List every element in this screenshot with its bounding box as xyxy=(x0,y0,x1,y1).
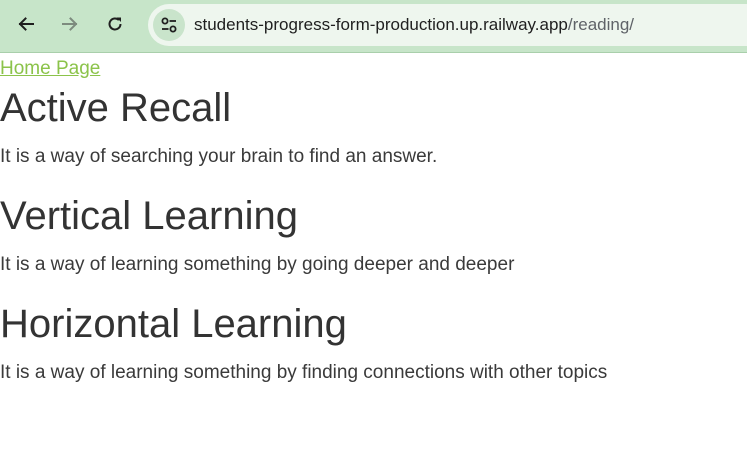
reload-icon xyxy=(108,17,122,31)
browser-toolbar: students-progress-form-production.up.rai… xyxy=(0,0,747,53)
arrow-left-icon xyxy=(18,17,34,31)
reload-button[interactable] xyxy=(100,9,130,39)
back-button[interactable] xyxy=(11,9,41,39)
home-page-link[interactable]: Home Page xyxy=(0,58,100,80)
url-host: students-progress-form-production.up.rai… xyxy=(194,15,568,34)
section-title-active-recall: Active Recall xyxy=(0,86,232,130)
section-description-vertical-learning: It is a way of learning something by goi… xyxy=(0,254,515,275)
address-bar[interactable]: students-progress-form-production.up.rai… xyxy=(148,4,747,46)
section-title-vertical-learning: Vertical Learning xyxy=(0,194,298,238)
section-description-active-recall: It is a way of searching your brain to f… xyxy=(0,146,438,167)
url-text[interactable]: students-progress-form-production.up.rai… xyxy=(194,15,634,35)
section-title-horizontal-learning: Horizontal Learning xyxy=(0,302,347,346)
forward-button[interactable] xyxy=(55,9,85,39)
section-description-horizontal-learning: It is a way of learning something by fin… xyxy=(0,362,608,383)
tune-icon xyxy=(161,17,177,33)
url-path: /reading/ xyxy=(567,15,635,34)
arrow-right-icon xyxy=(62,17,78,31)
site-info-button[interactable] xyxy=(153,9,185,41)
